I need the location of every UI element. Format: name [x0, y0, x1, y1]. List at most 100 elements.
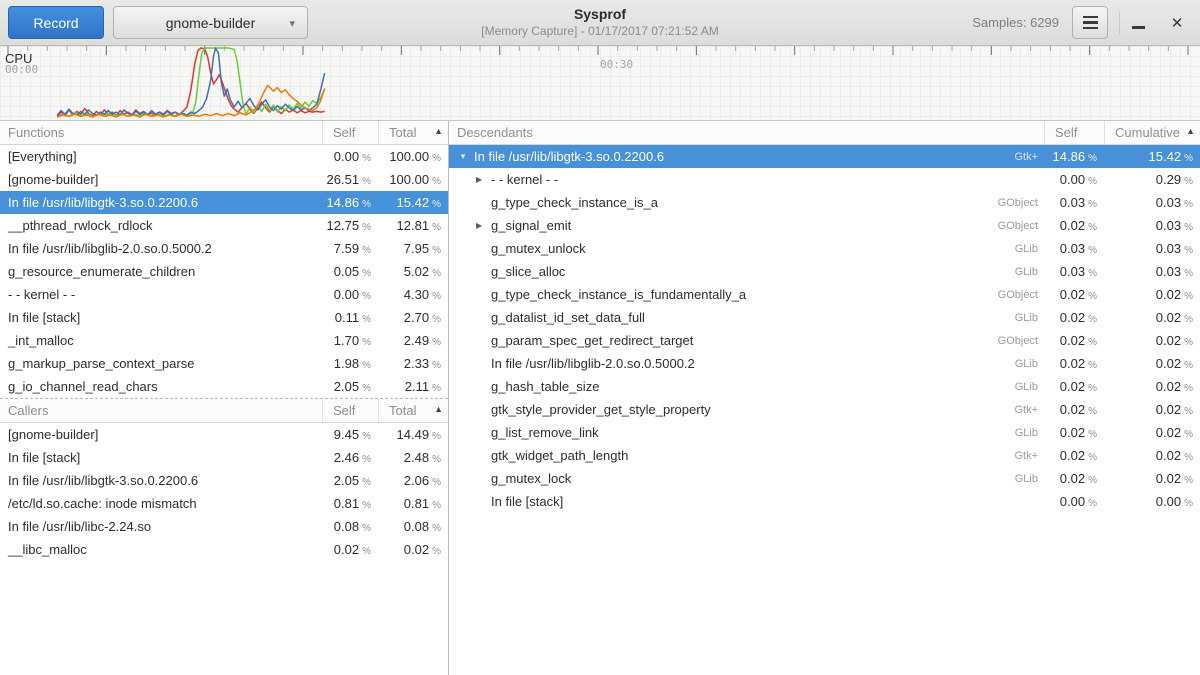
- function-row[interactable]: In file /usr/lib/libgtk-3.so.0.2200.614.…: [0, 191, 448, 214]
- descendants-cumulative-column-header[interactable]: Cumulative ▲: [1104, 121, 1200, 144]
- function-row[interactable]: g_markup_parse_context_parse1.98%2.33%: [0, 352, 448, 375]
- symbol-name-cell: In file /usr/lib/libc-2.24.so: [0, 519, 322, 534]
- window-controls-separator: [1119, 11, 1120, 34]
- total-percent: 2.70%: [378, 310, 448, 325]
- self-percent: 0.03%: [1044, 195, 1104, 210]
- descendant-row[interactable]: g_mutex_lockGLib0.02%0.02%: [449, 467, 1200, 490]
- function-row[interactable]: __pthread_rwlock_rdlock12.75%12.81%: [0, 214, 448, 237]
- descendant-row[interactable]: g_type_check_instance_is_aGObject0.03%0.…: [449, 191, 1200, 214]
- descendant-row[interactable]: g_datalist_id_set_data_fullGLib0.02%0.02…: [449, 306, 1200, 329]
- cumulative-percent: 0.02%: [1104, 356, 1200, 371]
- symbol-name-cell: g_datalist_id_set_data_full: [449, 310, 1015, 325]
- close-button[interactable]: ✕: [1164, 6, 1190, 39]
- descendant-row[interactable]: In file /usr/lib/libglib-2.0.so.0.5000.2…: [449, 352, 1200, 375]
- chevron-down-icon: ▾: [289, 17, 295, 30]
- total-percent: 14.49%: [378, 427, 448, 442]
- symbol-name: In file [stack]: [491, 494, 563, 509]
- caller-row[interactable]: In file /usr/lib/libc-2.24.so0.08%0.08%: [0, 515, 448, 538]
- cumulative-percent: 0.02%: [1104, 448, 1200, 463]
- functions-total-column-header[interactable]: Total ▲: [378, 121, 448, 144]
- self-percent: 0.02%: [1044, 448, 1104, 463]
- symbol-name-cell: g_hash_table_size: [449, 379, 1015, 394]
- function-row[interactable]: [gnome-builder]26.51%100.00%: [0, 168, 448, 191]
- function-row[interactable]: In file [stack] 0.11%2.70%: [0, 306, 448, 329]
- function-row[interactable]: [Everything]0.00%100.00%: [0, 145, 448, 168]
- symbol-name: g_list_remove_link: [491, 425, 599, 440]
- descendant-row[interactable]: g_list_remove_linkGLib0.02%0.02%: [449, 421, 1200, 444]
- descendant-row[interactable]: ▶- - kernel - -0.00%0.29%: [449, 168, 1200, 191]
- symbol-name: [Everything]: [8, 149, 77, 164]
- symbol-name-cell: g_mutex_unlock: [449, 241, 1015, 256]
- expander-icon[interactable]: ▶: [476, 221, 491, 230]
- functions-table-body: [Everything]0.00%100.00%[gnome-builder]2…: [0, 145, 448, 398]
- self-percent: 0.11%: [322, 310, 378, 325]
- symbol-name: In file /usr/lib/libgtk-3.so.0.2200.6: [8, 473, 198, 488]
- caller-row[interactable]: In file [stack]2.46%2.48%: [0, 446, 448, 469]
- callers-total-column-header[interactable]: Total ▲: [378, 399, 448, 422]
- symbol-name-cell: [gnome-builder]: [0, 427, 322, 442]
- function-row[interactable]: g_io_channel_read_chars2.05%2.11%: [0, 375, 448, 398]
- total-percent: 2.33%: [378, 356, 448, 371]
- self-percent: 14.86%: [1044, 149, 1104, 164]
- library-tag: GLib: [1015, 243, 1044, 255]
- caller-row[interactable]: [gnome-builder]9.45%14.49%: [0, 423, 448, 446]
- callers-column-header[interactable]: Callers: [0, 403, 322, 418]
- self-percent: 0.00%: [1044, 494, 1104, 509]
- descendant-row[interactable]: g_param_spec_get_redirect_targetGObject0…: [449, 329, 1200, 352]
- symbol-name: gtk_style_provider_get_style_property: [491, 402, 711, 417]
- total-percent: 100.00%: [378, 172, 448, 187]
- record-button[interactable]: Record: [8, 6, 104, 39]
- caller-row[interactable]: __libc_malloc0.02%0.02%: [0, 538, 448, 561]
- total-percent: 2.48%: [378, 450, 448, 465]
- self-percent: 0.02%: [1044, 218, 1104, 233]
- descendant-row[interactable]: g_type_check_instance_is_fundamentally_a…: [449, 283, 1200, 306]
- total-percent: 12.81%: [378, 218, 448, 233]
- library-tag: GLib: [1015, 358, 1044, 370]
- minimize-button[interactable]: [1125, 6, 1151, 39]
- caller-row[interactable]: In file /usr/lib/libgtk-3.so.0.2200.62.0…: [0, 469, 448, 492]
- descendant-row[interactable]: In file [stack] 0.00%0.00%: [449, 490, 1200, 513]
- callers-self-column-header[interactable]: Self: [322, 399, 378, 422]
- process-selector-dropdown[interactable]: gnome-builder ▾: [113, 6, 308, 39]
- symbol-name-cell: g_mutex_lock: [449, 471, 1015, 486]
- descendant-row[interactable]: g_mutex_unlockGLib0.03%0.03%: [449, 237, 1200, 260]
- symbol-name: In file [stack]: [8, 310, 80, 325]
- descendants-pane: Descendants Self Cumulative ▲ ▼In file /…: [449, 121, 1200, 675]
- self-percent: 0.02%: [1044, 310, 1104, 325]
- symbol-name: g_param_spec_get_redirect_target: [491, 333, 693, 348]
- hamburger-menu-button[interactable]: [1072, 6, 1108, 39]
- cumulative-percent: 0.03%: [1104, 264, 1200, 279]
- self-percent: 0.00%: [1044, 172, 1104, 187]
- symbol-name-cell: In file /usr/lib/libglib-2.0.so.0.5000.2: [0, 241, 322, 256]
- cumulative-percent: 0.00%: [1104, 494, 1200, 509]
- function-row[interactable]: g_resource_enumerate_children0.05%5.02%: [0, 260, 448, 283]
- symbol-name-cell: g_resource_enumerate_children: [0, 264, 322, 279]
- sort-ascending-icon: ▲: [434, 404, 443, 414]
- descendant-row[interactable]: gtk_style_provider_get_style_propertyGtk…: [449, 398, 1200, 421]
- descendant-row[interactable]: g_hash_table_sizeGLib0.02%0.02%: [449, 375, 1200, 398]
- library-tag: GObject: [998, 289, 1044, 301]
- symbol-name: In file /usr/lib/libglib-2.0.so.0.5000.2: [8, 241, 212, 256]
- self-percent: 0.02%: [1044, 333, 1104, 348]
- functions-column-header[interactable]: Functions: [0, 125, 322, 140]
- descendant-row[interactable]: ▼In file /usr/lib/libgtk-3.so.0.2200.6Gt…: [449, 145, 1200, 168]
- symbol-name-cell: g_list_remove_link: [449, 425, 1015, 440]
- expander-icon[interactable]: ▼: [459, 152, 474, 161]
- symbol-name-cell: [gnome-builder]: [0, 172, 322, 187]
- symbol-name-cell: _int_malloc: [0, 333, 322, 348]
- symbol-name-cell: gtk_widget_path_length: [449, 448, 1014, 463]
- functions-self-column-header[interactable]: Self: [322, 121, 378, 144]
- function-row[interactable]: In file /usr/lib/libglib-2.0.so.0.5000.2…: [0, 237, 448, 260]
- cumulative-percent: 0.02%: [1104, 310, 1200, 325]
- descendants-column-header[interactable]: Descendants: [449, 125, 1044, 140]
- functions-table-header: Functions Self Total ▲: [0, 121, 448, 145]
- cpu-timeline-graph[interactable]: CPU 00:00 00:30: [0, 46, 1200, 121]
- descendant-row[interactable]: g_slice_allocGLib0.03%0.03%: [449, 260, 1200, 283]
- descendant-row[interactable]: gtk_widget_path_lengthGtk+0.02%0.02%: [449, 444, 1200, 467]
- function-row[interactable]: _int_malloc1.70%2.49%: [0, 329, 448, 352]
- function-row[interactable]: - - kernel - -0.00%4.30%: [0, 283, 448, 306]
- caller-row[interactable]: /etc/ld.so.cache: inode mismatch0.81%0.8…: [0, 492, 448, 515]
- descendant-row[interactable]: ▶g_signal_emitGObject0.02%0.03%: [449, 214, 1200, 237]
- expander-icon[interactable]: ▶: [476, 175, 491, 184]
- descendants-self-column-header[interactable]: Self: [1044, 121, 1104, 144]
